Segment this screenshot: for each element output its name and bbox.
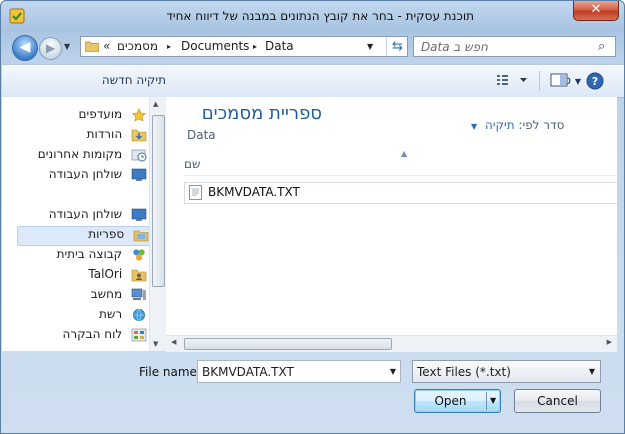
new-folder-button[interactable]: תיקיה חדשה: [102, 73, 166, 87]
nav-scrollbar[interactable]: ▲ ▼: [149, 97, 166, 351]
back-button[interactable]: ◀: [12, 35, 38, 61]
downloads-folder-icon: [131, 129, 147, 141]
nav-item-desktop-fav[interactable]: שולחן העבודה: [49, 167, 147, 185]
libraries-icon: [133, 230, 149, 241]
folder-icon: [85, 41, 99, 52]
forward-button[interactable]: ▶: [39, 37, 62, 60]
nav-label: ספריות: [88, 227, 125, 241]
nav-label: מועדפים: [78, 107, 123, 121]
nav-item-libraries[interactable]: ספריות: [17, 226, 150, 246]
forward-arrow-icon: ▶: [45, 41, 56, 55]
scroll-left-icon[interactable]: ◀: [171, 338, 176, 346]
breadcrumb-data[interactable]: Data: [265, 37, 294, 56]
address-bar[interactable]: « מסמכים ▸ Documents ▸ Data ▼ ⇆: [80, 36, 408, 57]
control-panel-icon: [131, 328, 147, 341]
svg-text:?: ?: [592, 75, 598, 88]
nav-item-control-panel[interactable]: לוח הבקרה: [63, 327, 147, 345]
nav-item-computer[interactable]: מחשב: [91, 287, 147, 305]
nav-label: TalOri: [88, 267, 123, 281]
column-label: שם: [184, 157, 201, 171]
file-name: BKMVDATA.TXT: [208, 185, 300, 199]
nav-label: שולחן העבודה: [48, 167, 123, 181]
nav-item-homegroup[interactable]: קבוצה ביתית: [57, 247, 147, 265]
nav-label: שולחן העבודה: [48, 207, 123, 221]
split-divider: [486, 392, 487, 410]
breadcrumb-separator[interactable]: ▸: [167, 37, 171, 56]
recent-pages-dropdown[interactable]: ▼: [64, 42, 74, 52]
desktop-icon: [131, 168, 147, 181]
nav-item-downloads[interactable]: הורדות: [87, 127, 147, 145]
arrange-label: סדר לפי:: [518, 118, 565, 132]
refresh-icon[interactable]: ⇆: [386, 37, 408, 56]
nav-label: קבוצה ביתית: [56, 247, 123, 261]
chevron-down-icon[interactable]: ▼: [471, 122, 477, 131]
star-icon: [132, 107, 146, 121]
file-list-pane[interactable]: ספריית מסמכים Data סדר לפי: תיקיה ▼ שם ▲…: [166, 97, 617, 351]
close-button[interactable]: ✕: [573, 1, 619, 21]
open-dropdown-icon[interactable]: ▼: [490, 390, 496, 412]
cancel-button[interactable]: Cancel: [514, 389, 601, 413]
user-folder-icon: [131, 269, 147, 281]
arrange-value[interactable]: תיקיה: [485, 118, 515, 132]
nav-scroll-thumb[interactable]: [152, 115, 165, 287]
nav-item-user[interactable]: TalOri: [88, 267, 147, 285]
file-name-value[interactable]: BKMVDATA.TXT: [202, 365, 294, 379]
desktop-icon: [131, 208, 147, 221]
nav-label: רשת: [99, 307, 123, 321]
nav-label: לוח הבקרה: [62, 327, 123, 341]
nav-label: הורדות: [86, 127, 123, 141]
preview-pane-icon[interactable]: [550, 72, 568, 91]
file-open-dialog: תוכנת עסקית - בחר את קובץ הנתונים במבנה …: [0, 0, 625, 434]
help-icon[interactable]: ?: [586, 72, 604, 93]
nav-item-desktop[interactable]: שולחן העבודה: [49, 207, 147, 225]
scroll-down-icon[interactable]: ▼: [153, 340, 158, 348]
nav-item-network[interactable]: רשת: [99, 307, 147, 325]
nav-label: מקומות אחרונים: [37, 147, 123, 161]
file-type-value: Text Files (*.txt): [417, 365, 511, 379]
file-row[interactable]: BKMVDATA.TXT: [184, 182, 617, 204]
file-name-input[interactable]: BKMVDATA.TXT ▼: [197, 360, 401, 383]
nav-item-favorites[interactable]: מועדפים: [79, 107, 147, 125]
search-box[interactable]: חפש ב Data ⌕: [413, 36, 616, 57]
title-bar[interactable]: תוכנת עסקית - בחר את קובץ הנתונים במבנה …: [1, 1, 624, 31]
view-options-icon[interactable]: [495, 72, 529, 91]
app-icon: [9, 8, 25, 24]
command-bar: סדר ▼ תיקיה חדשה ?: [2, 64, 624, 98]
homegroup-icon: [133, 248, 145, 261]
text-file-icon: [189, 185, 202, 200]
computer-icon: [131, 288, 146, 300]
nav-item-recent[interactable]: מקומות אחרונים: [38, 147, 147, 165]
file-type-select[interactable]: Text Files (*.txt) ▼: [412, 360, 601, 383]
breadcrumb-documents-he[interactable]: מסמכים: [117, 37, 158, 56]
chevron-down-icon[interactable]: ▼: [589, 367, 595, 376]
horizontal-scrollbar[interactable]: ◀ ▶: [166, 335, 617, 352]
scroll-right-icon[interactable]: ▶: [607, 338, 612, 346]
toolbar-separator: [539, 71, 540, 91]
horizontal-scroll-thumb[interactable]: [184, 338, 392, 350]
breadcrumb-overflow[interactable]: «: [103, 37, 110, 56]
recent-places-icon: [131, 149, 147, 161]
arrange-by[interactable]: סדר לפי: תיקיה ▼: [471, 118, 564, 132]
network-icon: [133, 308, 145, 321]
breadcrumb-separator[interactable]: ▸: [253, 37, 257, 56]
window-title: תוכנת עסקית - בחר את קובץ הנתונים במבנה …: [166, 9, 474, 23]
open-label: Open: [434, 394, 467, 408]
search-input[interactable]: חפש ב Data: [421, 40, 488, 54]
chevron-down-icon[interactable]: ▼: [390, 367, 396, 376]
sort-ascending-icon: ▲: [401, 149, 408, 158]
library-title: ספריית מסמכים: [201, 103, 322, 124]
file-name-label: File name:: [139, 365, 201, 379]
chevron-down-icon: ▼: [574, 77, 581, 86]
navigation-pane[interactable]: מועדפים הורדות מקומות אחרונים שולחן העבו…: [2, 97, 166, 351]
breadcrumb-documents[interactable]: Documents: [181, 37, 249, 56]
address-dropdown-icon[interactable]: ▼: [367, 37, 373, 56]
nav-label: מחשב: [90, 287, 123, 301]
library-subtitle: Data: [187, 128, 216, 142]
column-header-name[interactable]: שם ▲: [184, 149, 617, 176]
scroll-up-icon[interactable]: ▲: [153, 100, 158, 108]
open-button[interactable]: Open ▼: [414, 389, 501, 413]
back-arrow-icon: ◀: [19, 39, 31, 55]
search-icon[interactable]: ⌕: [598, 39, 605, 54]
